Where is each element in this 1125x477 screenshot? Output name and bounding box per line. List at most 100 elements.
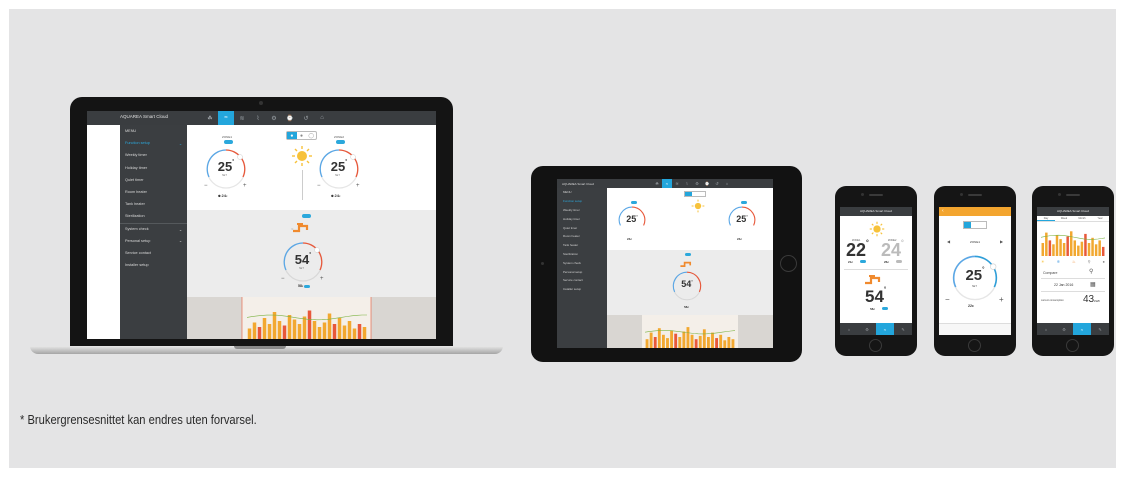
- tablet-cool-mode-button[interactable]: [692, 192, 699, 196]
- phone1-zone1-toggle[interactable]: [860, 260, 866, 263]
- phone3-tab-month[interactable]: Month: [1073, 216, 1091, 221]
- phone2-home-button[interactable]: [968, 339, 981, 352]
- chart-icon[interactable]: ⌇: [682, 179, 692, 188]
- tablet-zone1-toggle[interactable]: [631, 201, 637, 204]
- zone2-label: ZONE2: [334, 135, 345, 139]
- zone2-minus-button[interactable]: −: [317, 183, 321, 189]
- zone1-toggle[interactable]: [224, 140, 233, 144]
- tablet-sidebar-item-tank-heater[interactable]: Tank heater: [557, 241, 607, 250]
- phone2-auto-mode-button[interactable]: [979, 222, 986, 228]
- tank-toggle[interactable]: [302, 214, 311, 218]
- sidebar-item-room-heater[interactable]: Room heater: [120, 186, 187, 198]
- phone1-zone2-toggle[interactable]: [896, 260, 902, 263]
- thermostat-icon[interactable]: ≈: [662, 179, 672, 188]
- phone1-tank-toggle[interactable]: [882, 307, 888, 310]
- tablet-sidebar-item-personal-setup[interactable]: Personal setup: [557, 267, 607, 276]
- phone3-calendar-icon[interactable]: ▦: [1090, 281, 1096, 288]
- phone3-tab-home-icon[interactable]: ⌂: [1037, 323, 1055, 335]
- history-icon[interactable]: ↺: [712, 179, 722, 188]
- sidebar-item-function-setup[interactable]: Function setup ⌄: [120, 137, 187, 149]
- phone2-next-zone-icon[interactable]: ▶: [1000, 239, 1003, 244]
- sidebar-item-installer-setup[interactable]: Installer setup: [120, 259, 187, 271]
- cool-mode-button[interactable]: ●: [297, 132, 307, 139]
- flow-icon[interactable]: ≋: [672, 179, 682, 188]
- lock-icon[interactable]: ⌂: [314, 111, 330, 125]
- phone3-tab-energy-icon[interactable]: ⚙: [1055, 323, 1073, 335]
- tank-mini-toggle[interactable]: [304, 284, 311, 288]
- phone2-temp: 25: [965, 267, 983, 284]
- energy-icon[interactable]: ⚙: [692, 179, 702, 188]
- phone3-tab-thermostat-icon[interactable]: ≈: [1073, 323, 1091, 335]
- phone1-home-button[interactable]: [869, 339, 882, 352]
- flow-icon[interactable]: ≋: [234, 111, 250, 125]
- tablet-sidebar-item-service-contact[interactable]: Service contact: [557, 276, 607, 285]
- tablet-sidebar-item-menu[interactable]: MENU: [557, 188, 607, 197]
- sidebar-item-personal-setup[interactable]: Personal setup ⌄: [120, 235, 187, 247]
- phone1-tab-thermostat-icon[interactable]: ≈: [876, 323, 894, 335]
- energy-icon[interactable]: ⚙: [266, 111, 282, 125]
- sidebar-item-sterilization[interactable]: Sterilization: [120, 210, 187, 222]
- phone1-tab-energy-icon[interactable]: ⚙: [858, 323, 876, 335]
- phone2-heat-mode-button[interactable]: [964, 222, 972, 228]
- phone3-sun-icon[interactable]: ☀: [1041, 259, 1045, 264]
- tablet-home-button[interactable]: [780, 255, 797, 272]
- tablet-sidebar-item-sterilization[interactable]: Sterilization: [557, 250, 607, 259]
- heat-mode-button[interactable]: ●: [287, 132, 297, 139]
- tablet-sidebar-item-weekly-timer[interactable]: Weekly timer: [557, 206, 607, 215]
- tablet-tank-toggle[interactable]: [685, 253, 691, 256]
- plant-icon[interactable]: ☘: [202, 111, 218, 125]
- phone3-other-icon[interactable]: ●: [1103, 259, 1105, 264]
- consumption-bar: [282, 325, 287, 339]
- sidebar-item-system-check[interactable]: System check ⌄: [120, 222, 187, 235]
- sidebar-item-quiet-timer[interactable]: Quiet timer: [120, 174, 187, 186]
- phone3-snow-icon[interactable]: ❄: [1057, 259, 1060, 264]
- phone1-tab-settings-icon[interactable]: ✎: [894, 323, 912, 335]
- phone3-filter-icon[interactable]: ⚲: [1088, 259, 1091, 264]
- phone2-back-icon[interactable]: ‹: [942, 208, 944, 214]
- tablet-sidebar-item-room-heater[interactable]: Room heater: [557, 232, 607, 241]
- auto-mode-button[interactable]: ◯: [306, 132, 316, 139]
- phone2-plus-button[interactable]: +: [999, 295, 1004, 304]
- phone3-tab-day[interactable]: Day: [1037, 216, 1055, 221]
- tablet-tank-section: 54° 58c: [607, 250, 773, 315]
- chart-icon[interactable]: ⌇: [250, 111, 266, 125]
- zone1-minus-button[interactable]: −: [204, 183, 208, 189]
- timer-icon[interactable]: ⌚: [702, 179, 712, 188]
- tablet-sidebar-item-system-check[interactable]: System check: [557, 258, 607, 267]
- phone3-tab-year[interactable]: Year: [1091, 216, 1109, 221]
- consumption-bar: [682, 331, 686, 348]
- tablet-sidebar-item-function-setup[interactable]: Function setup: [557, 197, 607, 206]
- history-icon[interactable]: ↺: [298, 111, 314, 125]
- tablet-heat-mode-button[interactable]: [685, 192, 692, 196]
- zone1-plus-button[interactable]: +: [243, 183, 247, 189]
- consumption-bar: [287, 315, 292, 339]
- phone3-home-button[interactable]: [1066, 339, 1079, 352]
- sidebar-item-service-contact[interactable]: Service contact: [120, 247, 187, 259]
- consumption-bars: [241, 297, 372, 339]
- tablet-zone2-toggle[interactable]: [741, 201, 747, 204]
- tank-plus-button[interactable]: +: [320, 276, 324, 282]
- thermostat-icon[interactable]: ≈: [218, 111, 234, 125]
- tablet-auto-mode-button[interactable]: [698, 192, 705, 196]
- phone2-minus-button[interactable]: −: [945, 295, 950, 304]
- phone1-tab-home-icon[interactable]: ⌂: [840, 323, 858, 335]
- phone3-tank-icon[interactable]: ♨: [1072, 259, 1076, 264]
- plant-icon[interactable]: ☘: [652, 179, 662, 188]
- phone3-compare-search-icon[interactable]: ⚲: [1089, 268, 1093, 275]
- timer-icon[interactable]: ⌚: [282, 111, 298, 125]
- sidebar-item-menu[interactable]: MENU: [120, 125, 187, 137]
- sidebar-item-holiday-timer[interactable]: Holiday timer: [120, 162, 187, 174]
- zone2-toggle[interactable]: [336, 140, 345, 144]
- tablet-sidebar-item-quiet-timer[interactable]: Quiet timer: [557, 223, 607, 232]
- zone2-plus-button[interactable]: +: [356, 183, 360, 189]
- sidebar-item-weekly-timer[interactable]: Weekly timer: [120, 149, 187, 161]
- tablet-sidebar-item-installer-setup[interactable]: Installer setup: [557, 285, 607, 294]
- lock-icon[interactable]: ⌂: [722, 179, 732, 188]
- sidebar-item-tank-heater[interactable]: Tank heater: [120, 198, 187, 210]
- tank-minus-button[interactable]: −: [281, 276, 285, 282]
- tablet-sidebar-item-holiday-timer[interactable]: Holiday timer: [557, 214, 607, 223]
- phone1-tank-sub: 58c: [870, 307, 876, 311]
- phone2-cool-mode-button[interactable]: [971, 222, 978, 228]
- phone3-tab-week[interactable]: Week: [1055, 216, 1073, 221]
- phone3-tab-settings-icon[interactable]: ✎: [1091, 323, 1109, 335]
